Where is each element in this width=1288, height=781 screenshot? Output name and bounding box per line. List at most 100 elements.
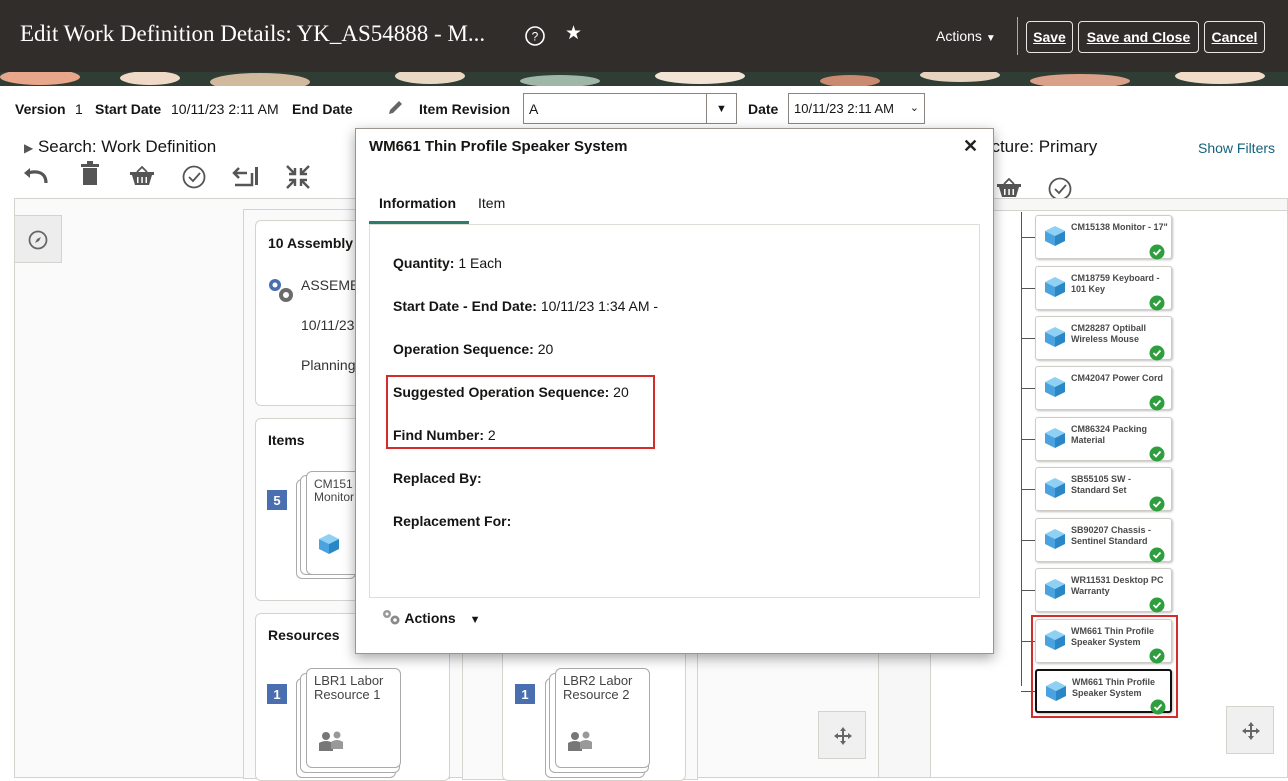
items-title: Items [268, 432, 305, 448]
check-icon [1149, 244, 1165, 260]
cube-icon [1045, 428, 1065, 448]
tree-connector [1021, 388, 1035, 389]
basket-icon[interactable] [996, 178, 1022, 198]
chevron-down-icon[interactable]: ▼ [706, 94, 736, 123]
page: Edit Work Definition Details: YK_AS54888… [0, 0, 1288, 781]
quantity-label: Quantity: [393, 255, 455, 271]
quantity-row: Quantity: 1 Each [393, 255, 502, 271]
people-icon [568, 731, 592, 751]
item-revision-label: Item Revision [419, 101, 511, 117]
actions-menu[interactable]: Actions ▼ [936, 28, 996, 44]
gear-icon [269, 279, 293, 302]
check-circle-icon[interactable] [181, 164, 207, 190]
assembly-text: ASSEMB [301, 277, 360, 293]
version-label: Version [15, 101, 66, 117]
details-bar: Version 1 Start Date 10/11/23 2:11 AM En… [0, 86, 1288, 128]
close-icon[interactable]: ✕ [963, 136, 978, 157]
item-revision-select[interactable]: A ▼ [523, 93, 737, 124]
pan-control[interactable] [818, 711, 866, 759]
svg-text:?: ? [532, 30, 539, 44]
move-icon [834, 727, 852, 745]
operation-sequence-label: Operation Sequence: [393, 341, 534, 357]
structure-title: ucture: Primary [982, 137, 1098, 156]
cube-icon [1045, 377, 1065, 397]
basket-icon[interactable] [129, 166, 155, 186]
start-date-label: Start Date [95, 101, 162, 117]
expand-triangle-icon: ▶ [24, 141, 34, 155]
quantity-value: 1 Each [458, 255, 502, 271]
show-filters-link[interactable]: Show Filters [1198, 140, 1275, 156]
move-icon [1242, 722, 1260, 740]
trash-icon[interactable] [79, 161, 101, 187]
operation-sequence-value: 20 [537, 341, 554, 357]
tree-node[interactable]: SB90207 Chassis - Sentinel Standard [1035, 518, 1172, 563]
items-count-badge: 5 [267, 490, 287, 510]
check-icon [1149, 345, 1165, 361]
people-icon [319, 731, 343, 751]
highlight-box [386, 375, 655, 449]
resource-card[interactable]: LBR2 Labor Resource 2 [555, 668, 650, 768]
tree-node[interactable]: CM86324 Packing Material [1035, 417, 1172, 462]
date-select[interactable]: 10/11/23 2:11 AM ⌄ [788, 93, 925, 124]
pan-control[interactable] [1226, 706, 1274, 754]
check-icon [1149, 295, 1165, 311]
tree-connector [1021, 288, 1035, 289]
tree-node[interactable]: SB55105 SW - Standard Set [1035, 467, 1172, 512]
start-date-value: 10/11/23 2:11 AM [171, 101, 279, 117]
cube-icon [319, 534, 339, 554]
tab-information[interactable]: Information [369, 193, 469, 224]
tree-node[interactable]: CM28287 Optiball Wireless Mouse [1035, 316, 1172, 361]
dates-label: Start Date - End Date: [393, 298, 537, 314]
save-button[interactable]: Save [1026, 21, 1073, 53]
version-value: 1 [75, 101, 83, 117]
star-icon[interactable]: ★ [565, 22, 582, 45]
tree-node-label: CM18759 Keyboard - 101 Key [1071, 273, 1160, 294]
tab-information-label: Information [379, 195, 456, 211]
tree-node[interactable]: WR11531 Desktop PC Warranty [1035, 568, 1172, 613]
tree-node-label: SB90207 Chassis - Sentinel Standard [1071, 525, 1152, 546]
return-icon[interactable] [232, 163, 260, 189]
highlight-box [1031, 615, 1178, 718]
chevron-down-icon: ⌄ [909, 102, 919, 114]
overview-toggle[interactable] [14, 215, 62, 263]
replaced-by-label: Replaced By: [393, 470, 482, 486]
popup-actions-menu[interactable]: Actions ▼ [381, 609, 481, 626]
tree-node-label: SB55105 SW - Standard Set [1071, 474, 1132, 495]
resource-count-badge: 1 [515, 684, 535, 704]
tree-connector [1021, 540, 1035, 541]
cube-icon [1045, 529, 1065, 549]
pencil-icon[interactable] [386, 99, 404, 117]
tree-node[interactable]: CM42047 Power Cord [1035, 366, 1172, 411]
save-and-close-button[interactable]: Save and Close [1078, 21, 1199, 53]
cube-icon [1045, 327, 1065, 347]
resource-card-label: LBR2 Labor Resource 2 [563, 673, 633, 702]
date-label: Date [748, 101, 779, 117]
component-info-popup: WM661 Thin Profile Speaker System ✕ Info… [355, 128, 994, 654]
cube-icon [1045, 277, 1065, 297]
search-toggle[interactable]: ▶ Search: Work Definition [24, 137, 216, 157]
collapse-icon[interactable] [285, 164, 311, 190]
tree-node[interactable]: CM18759 Keyboard - 101 Key [1035, 266, 1172, 311]
tab-item[interactable]: Item [478, 195, 505, 211]
check-icon [1149, 446, 1165, 462]
cancel-button[interactable]: Cancel [1204, 21, 1265, 53]
operation-sequence-row: Operation Sequence: 20 [393, 341, 553, 357]
help-icon[interactable]: ? [524, 25, 546, 47]
tree-connector [1021, 590, 1035, 591]
tree-connector [1021, 212, 1022, 686]
resource-card[interactable]: LBR1 Labor Resource 1 [306, 668, 401, 768]
tree-connector [1021, 237, 1035, 238]
tree-node[interactable]: CM15138 Monitor - 17" [1035, 215, 1172, 260]
planning-text: Planning [301, 357, 356, 373]
check-icon [1149, 395, 1165, 411]
item-revision-value: A [529, 100, 539, 117]
replacement-for-row: Replacement For: [393, 513, 511, 529]
resource-count-badge: 1 [267, 684, 287, 704]
assembly-title: 10 Assembly [268, 235, 354, 251]
information-panel: Quantity: 1 Each Start Date - End Date: … [369, 224, 980, 598]
cube-icon [1045, 478, 1065, 498]
chevron-down-icon: ▼ [985, 33, 996, 44]
undo-icon[interactable] [22, 163, 52, 187]
end-date-label: End Date [292, 101, 353, 117]
actions-label: Actions [936, 28, 982, 44]
